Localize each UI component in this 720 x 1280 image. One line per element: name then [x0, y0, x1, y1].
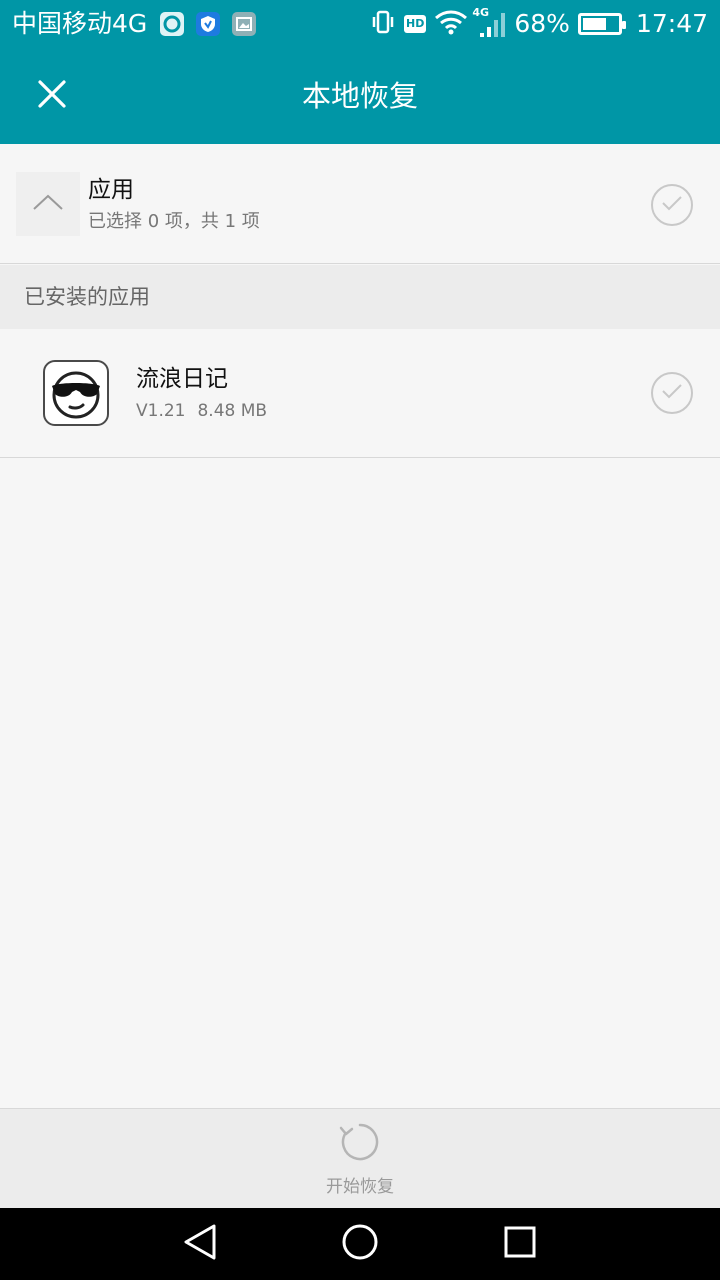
category-subtitle: 已选择 0 项，共 1 项	[88, 211, 260, 232]
section-header: 已安装的应用	[0, 265, 720, 329]
vibrate-icon	[370, 9, 396, 39]
recent-square-icon	[503, 1225, 537, 1263]
image-icon	[232, 12, 256, 36]
back-triangle-icon	[182, 1223, 218, 1265]
start-restore-label: 开始恢复	[326, 1177, 394, 1197]
status-right: HD 4G 68% 17:47	[362, 7, 708, 40]
collapse-button[interactable]	[16, 172, 80, 236]
refresh-icon	[337, 1119, 383, 1169]
clock: 17:47	[635, 9, 708, 38]
app-version: V1.21	[136, 401, 186, 421]
battery-percent: 68%	[514, 9, 570, 38]
section-title: 已安装的应用	[24, 285, 150, 309]
battery-level-fill	[582, 18, 606, 30]
app-icon-sunglasses-face	[43, 360, 109, 426]
notification-app-icon	[160, 12, 184, 36]
nav-recent-button[interactable]	[500, 1224, 540, 1264]
check-icon	[661, 382, 683, 404]
app-select-checkbox[interactable]	[651, 372, 693, 414]
app-name: 流浪日记	[136, 366, 228, 392]
app-meta: V1.21 8.48 MB	[136, 398, 267, 424]
app-size: 8.48 MB	[197, 401, 268, 421]
battery-icon	[577, 13, 626, 35]
hd-badge: HD	[404, 15, 427, 33]
category-row-apps[interactable]: 应用 已选择 0 项，共 1 项	[0, 144, 720, 264]
category-title: 应用	[88, 177, 134, 203]
nav-back-button[interactable]	[180, 1224, 220, 1264]
check-icon	[661, 194, 683, 216]
header: 中国移动4G HD 4G 68% 17:47 本地恢复	[0, 0, 720, 144]
page-title: 本地恢复	[301, 79, 418, 113]
app-bar: 本地恢复	[0, 48, 720, 144]
wifi-icon	[434, 9, 468, 39]
action-bar: 开始恢复	[0, 1108, 720, 1208]
cellular-signal-icon: 4G	[472, 7, 506, 39]
select-all-checkbox[interactable]	[651, 184, 693, 226]
home-circle-icon	[341, 1223, 379, 1265]
chevron-up-icon	[31, 192, 65, 216]
start-restore-button[interactable]: 开始恢复	[300, 1119, 420, 1205]
carrier-label: 中国移动4G	[12, 9, 148, 38]
nav-home-button[interactable]	[340, 1224, 380, 1264]
shield-icon	[196, 12, 220, 36]
list-item[interactable]: 流浪日记 V1.21 8.48 MB	[0, 329, 720, 458]
status-bar: 中国移动4G HD 4G 68% 17:47	[0, 0, 720, 48]
navigation-bar	[0, 1208, 720, 1280]
